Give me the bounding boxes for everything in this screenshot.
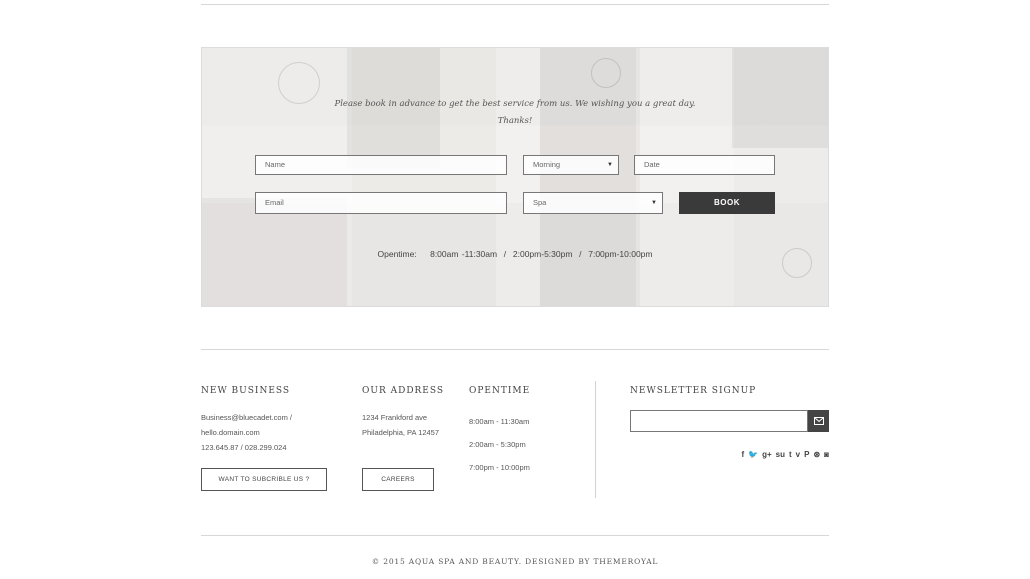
- footer-bottom-divider: [201, 535, 829, 536]
- new-business-domain[interactable]: hello.domain.com: [201, 425, 292, 440]
- opentime-list: 8:00am - 11:30am 2:00am - 5:30pm 7:00pm …: [469, 410, 530, 479]
- name-input[interactable]: Name: [255, 155, 507, 175]
- new-business-title: NEW BUSINESS: [201, 386, 291, 396]
- booking-opentime-value: 8:00am -11:30am / 2:00pm-5:30pm / 7:00pm…: [430, 249, 653, 259]
- service-select-value: Spa: [533, 198, 547, 207]
- booking-section: Please book in advance to get the best s…: [201, 47, 829, 307]
- pinterest-icon[interactable]: P: [804, 450, 809, 459]
- newsletter-email-input[interactable]: [630, 410, 808, 432]
- new-business-email[interactable]: Business@bluecadet.com /: [201, 410, 292, 425]
- twitter-icon[interactable]: 🐦: [748, 450, 758, 459]
- facebook-icon[interactable]: f: [741, 450, 744, 459]
- stumbleupon-icon[interactable]: su: [776, 450, 785, 459]
- subscribe-button[interactable]: WANT TO SUBCRIBLE US ?: [201, 468, 327, 491]
- social-links: f 🐦 g+ su t v P ⊛ ◙: [741, 450, 829, 459]
- instagram-icon[interactable]: ◙: [824, 450, 829, 459]
- time-select-value: Morning: [533, 160, 561, 169]
- address-text: 1234 Frankford ave Philadelphia, PA 1245…: [362, 410, 439, 440]
- background-image-tile: [540, 48, 636, 306]
- google-plus-icon[interactable]: g+: [762, 450, 772, 459]
- book-button[interactable]: BOOK: [679, 192, 775, 214]
- caret-down-icon: ▼: [607, 162, 613, 168]
- date-input[interactable]: Date: [634, 155, 775, 175]
- vimeo-icon[interactable]: v: [796, 450, 800, 459]
- address-title: OUR ADDRESS: [362, 386, 445, 396]
- email-placeholder: Email: [265, 198, 284, 207]
- address-city: Philadelphia, PA 12457: [362, 428, 440, 437]
- booking-opentime-label: Opentime:: [377, 249, 417, 259]
- dribbble-icon[interactable]: ⊛: [813, 450, 820, 459]
- copyright: © 2015 AQUA SPA AND BEAUTY. DESIGNED BY …: [371, 557, 659, 566]
- decorative-lamp-circle: [591, 58, 621, 88]
- newsletter-title: NEWSLETTER SIGNUP: [630, 386, 757, 396]
- new-business-phone: 123.645.87 / 028.299.024: [201, 443, 287, 452]
- mail-icon: [813, 416, 824, 425]
- footer-top-divider: [201, 349, 829, 350]
- top-divider: [201, 4, 829, 5]
- opentime-title: OPENTIME: [469, 386, 531, 396]
- newsletter-submit-button[interactable]: [808, 410, 829, 432]
- service-select[interactable]: Spa ▼: [523, 192, 663, 214]
- opentime-slot: 2:00am - 5:30pm: [469, 440, 526, 449]
- booking-message: Please book in advance to get the best s…: [202, 96, 828, 130]
- booking-message-line1: Please book in advance to get the best s…: [334, 99, 696, 109]
- email-input[interactable]: Email: [255, 192, 507, 214]
- footer-vertical-divider: [595, 381, 596, 498]
- opentime-slot: 8:00am - 11:30am: [469, 417, 530, 426]
- careers-button[interactable]: CAREERS: [362, 468, 434, 491]
- date-placeholder: Date: [644, 160, 660, 169]
- address-street: 1234 Frankford ave: [362, 413, 428, 422]
- time-select[interactable]: Morning ▼: [523, 155, 619, 175]
- caret-down-icon: ▼: [651, 200, 657, 206]
- booking-opentime: Opentime: 8:00am -11:30am / 2:00pm-5:30p…: [202, 249, 828, 259]
- new-business-contact: Business@bluecadet.com / hello.domain.co…: [201, 410, 292, 455]
- name-placeholder: Name: [265, 160, 286, 169]
- tumblr-icon[interactable]: t: [789, 450, 792, 459]
- opentime-slot: 7:00pm - 10:00pm: [469, 463, 530, 472]
- booking-message-line2: Thanks!: [497, 116, 533, 126]
